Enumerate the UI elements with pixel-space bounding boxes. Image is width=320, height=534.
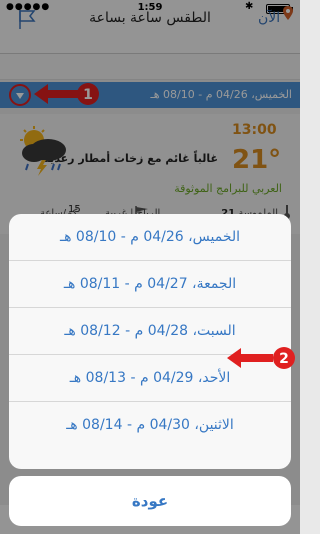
date-option-2[interactable]: الجمعة، 04/27 م - 08/11 هـ bbox=[9, 261, 291, 308]
date-option-5[interactable]: الاثنين، 04/30 م - 08/14 هـ bbox=[9, 402, 291, 449]
back-button[interactable]: عودة bbox=[9, 476, 291, 526]
annotation-arrow-2: 2 bbox=[227, 347, 295, 369]
annotation-number-2: 2 bbox=[279, 351, 289, 367]
date-picker-sheet: الخميس، 04/26 م - 08/10 هـ الجمعة، 04/27… bbox=[9, 214, 291, 469]
date-option-1[interactable]: الخميس، 04/26 م - 08/10 هـ bbox=[9, 214, 291, 261]
